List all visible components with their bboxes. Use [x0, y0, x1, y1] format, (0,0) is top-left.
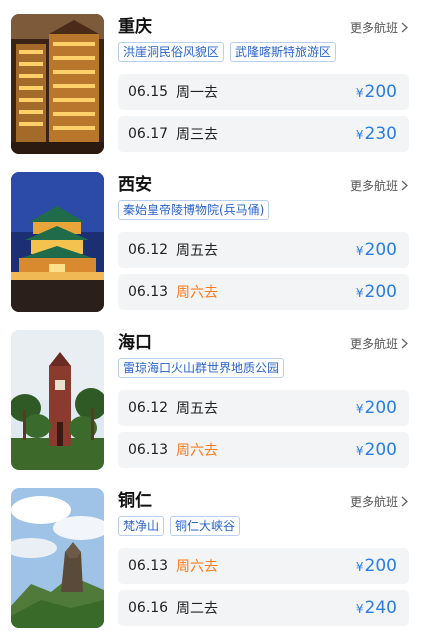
flight-option[interactable]: 06.17 周三去 ¥230	[118, 116, 409, 152]
tongren-photo	[11, 488, 104, 628]
flight-date: 06.17	[128, 126, 169, 142]
flight-price: ¥200	[355, 398, 397, 418]
more-flights-link[interactable]: 更多航班	[350, 335, 408, 352]
more-flights-link[interactable]: 更多航班	[350, 493, 408, 510]
flight-price: ¥200	[355, 240, 397, 260]
xian-photo	[11, 172, 104, 312]
flight-weekday: 周五去	[176, 401, 218, 417]
more-flights-label: 更多航班	[349, 21, 398, 35]
chevron-right-icon	[401, 180, 408, 191]
flight-option[interactable]: 06.12 周五去 ¥200	[118, 232, 409, 268]
flight-option[interactable]: 06.16 周二去 ¥240	[118, 590, 409, 626]
attraction-tags: 秦始皇帝陵博物院(兵马俑)	[118, 200, 270, 220]
flight-price: ¥230	[355, 124, 397, 144]
more-flights-label: 更多航班	[349, 495, 398, 509]
flight-option[interactable]: 06.13 周六去 ¥200	[118, 274, 409, 310]
flight-option[interactable]: 06.13 周六去 ¥200	[118, 548, 409, 584]
flight-weekday: 周二去	[176, 601, 218, 617]
flight-date: 06.13	[128, 284, 169, 300]
attraction-tag[interactable]: 武隆喀斯特旅游区	[230, 42, 337, 62]
chevron-right-icon	[401, 22, 408, 33]
flight-weekday: 周五去	[176, 243, 218, 259]
flight-price: ¥200	[355, 556, 397, 576]
attraction-tag[interactable]: 雷琼海口火山群世界地质公园	[118, 358, 285, 378]
flight-date: 06.12	[128, 242, 169, 258]
flight-option[interactable]: 06.15 周一去 ¥200	[118, 74, 409, 110]
city-name: 西安	[118, 175, 152, 195]
flight-date: 06.15	[128, 84, 169, 100]
flight-price: ¥200	[355, 440, 397, 460]
attraction-tags: 洪崖洞民俗风貌区 武隆喀斯特旅游区	[118, 42, 337, 62]
haikou-photo	[11, 330, 104, 470]
more-flights-link[interactable]: 更多航班	[350, 19, 408, 36]
destination-photo[interactable]	[11, 172, 104, 312]
flight-date: 06.13	[128, 442, 169, 458]
destination-list: 重庆 更多航班 洪崖洞民俗风貌区 武隆喀斯特旅游区 06.15 周一去 ¥200…	[0, 0, 422, 635]
destination-photo[interactable]	[11, 488, 104, 628]
city-name: 重庆	[118, 17, 152, 37]
flight-option[interactable]: 06.12 周五去 ¥200	[118, 390, 409, 426]
flight-date: 06.16	[128, 600, 169, 616]
flight-option[interactable]: 06.13 周六去 ¥200	[118, 432, 409, 468]
destination-card[interactable]: 重庆 更多航班 洪崖洞民俗风貌区 武隆喀斯特旅游区 06.15 周一去 ¥200…	[0, 14, 422, 154]
flight-weekday: 周六去	[176, 285, 218, 301]
more-flights-label: 更多航班	[349, 337, 398, 351]
chongqing-photo	[11, 14, 104, 154]
flight-price: ¥240	[355, 598, 397, 618]
flight-weekday: 周六去	[176, 443, 218, 459]
flight-price: ¥200	[355, 282, 397, 302]
attraction-tag[interactable]: 梵净山	[118, 516, 165, 536]
attraction-tag[interactable]: 洪崖洞民俗风貌区	[118, 42, 225, 62]
destination-photo[interactable]	[11, 330, 104, 470]
destination-card[interactable]: 海口 更多航班 雷琼海口火山群世界地质公园 06.12 周五去 ¥200 06.…	[0, 330, 422, 470]
more-flights-link[interactable]: 更多航班	[350, 177, 408, 194]
flight-price: ¥200	[355, 82, 397, 102]
city-name: 海口	[118, 333, 152, 353]
flight-weekday: 周六去	[176, 559, 218, 575]
chevron-right-icon	[401, 496, 408, 507]
attraction-tag[interactable]: 铜仁大峡谷	[170, 516, 241, 536]
attraction-tags: 雷琼海口火山群世界地质公园	[118, 358, 285, 378]
attraction-tags: 梵净山 铜仁大峡谷	[118, 516, 241, 536]
destination-card[interactable]: 铜仁 更多航班 梵净山 铜仁大峡谷 06.13 周六去 ¥200 06.16 周…	[0, 488, 422, 628]
flight-weekday: 周一去	[176, 85, 218, 101]
city-name: 铜仁	[118, 491, 152, 511]
chevron-right-icon	[401, 338, 408, 349]
destination-photo[interactable]	[11, 14, 104, 154]
flight-weekday: 周三去	[176, 127, 218, 143]
flight-date: 06.12	[128, 400, 169, 416]
more-flights-label: 更多航班	[349, 179, 398, 193]
destination-card[interactable]: 西安 更多航班 秦始皇帝陵博物院(兵马俑) 06.12 周五去 ¥200 06.…	[0, 172, 422, 312]
attraction-tag[interactable]: 秦始皇帝陵博物院(兵马俑)	[118, 200, 270, 220]
flight-date: 06.13	[128, 558, 169, 574]
